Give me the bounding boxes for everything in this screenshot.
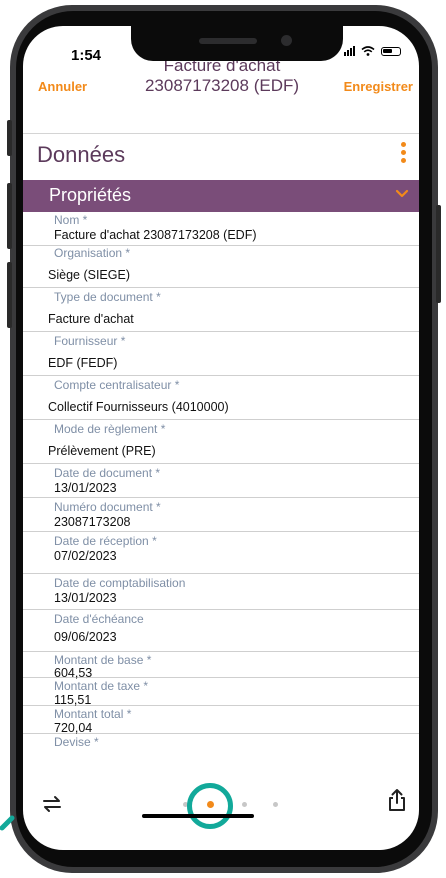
field-value: 07/02/2023 [54, 549, 117, 563]
field-value: 115,51 [54, 693, 92, 707]
share-icon[interactable] [387, 788, 407, 812]
side-button-power [436, 205, 441, 303]
field-numero-document[interactable]: Numéro document * 23087173208 [23, 498, 419, 532]
field-value: 13/01/2023 [54, 481, 117, 495]
field-label: Mode de règlement * [54, 422, 166, 436]
field-value: 720,04 [54, 721, 93, 735]
field-organisation[interactable]: Organisation * Siège (SIEGE) [23, 246, 419, 288]
home-indicator[interactable] [142, 814, 254, 818]
field-value: Facture d'achat [48, 312, 134, 326]
screen: 1:54 Annuler Facture d'achat 23087173208… [23, 26, 419, 850]
field-montant-total[interactable]: Montant total * 720,04 [23, 706, 419, 735]
field-value: 09/06/2023 [54, 630, 117, 644]
field-value: 13/01/2023 [54, 591, 117, 605]
banner-title: Propriétés [49, 185, 132, 205]
field-label: Numéro document * [54, 500, 161, 514]
field-date-comptabilisation[interactable]: Date de comptabilisation 13/01/2023 [23, 574, 419, 610]
field-value: 23087173208 [54, 515, 131, 529]
field-label: Devise * [54, 735, 99, 749]
field-label: Montant total * [54, 707, 132, 721]
field-montant-base[interactable]: Montant de base * 604,53 [23, 652, 419, 680]
field-label: Date d'échéance [54, 612, 144, 626]
field-date-document[interactable]: Date de document * 13/01/2023 [23, 464, 419, 498]
field-nom[interactable]: Nom * Facture d'achat 23087173208 (EDF) [23, 212, 419, 246]
field-label: Date de réception * [54, 534, 157, 548]
field-value: Siège (SIEGE) [48, 268, 130, 282]
bottom-toolbar [23, 771, 419, 831]
field-label: Fournisseur * [54, 334, 126, 348]
nav-divider [23, 133, 419, 134]
properties-banner[interactable]: Propriétés [23, 180, 419, 212]
save-button[interactable]: Enregistrer [344, 79, 413, 94]
field-label: Date de document * [54, 466, 161, 480]
field-label: Organisation * [54, 246, 131, 260]
field-devise[interactable]: Devise * [23, 734, 419, 754]
swap-icon[interactable] [41, 795, 63, 813]
field-label: Date de comptabilisation [54, 576, 186, 590]
field-label: Compte centralisateur * [54, 378, 180, 392]
field-type-document[interactable]: Type de document * Facture d'achat [23, 288, 419, 332]
cancel-button[interactable]: Annuler [38, 79, 87, 94]
nav-title: Facture d'achat 23087173208 (EDF) [127, 56, 317, 96]
side-button-volume-down [7, 262, 12, 328]
side-button-action [7, 120, 12, 156]
notch [131, 24, 343, 61]
field-label: Type de document * [54, 290, 161, 304]
field-value: Prélèvement (PRE) [48, 444, 156, 458]
section-header: Données [23, 137, 419, 173]
speaker-grille [199, 38, 257, 44]
field-fournisseur[interactable]: Fournisseur * EDF (FEDF) [23, 332, 419, 376]
field-compte-centralisateur[interactable]: Compte centralisateur * Collectif Fourni… [23, 376, 419, 420]
field-value: Collectif Fournisseurs (4010000) [48, 400, 229, 414]
kebab-icon[interactable] [401, 142, 407, 163]
field-label: Montant de taxe * [54, 679, 149, 693]
section-title: Données [37, 142, 126, 167]
chevron-down-icon [395, 189, 409, 198]
highlight-ring [187, 783, 233, 829]
page-dot-3[interactable] [242, 802, 247, 807]
field-value: EDF (FEDF) [48, 356, 118, 370]
fields-list: Nom * Facture d'achat 23087173208 (EDF) … [23, 212, 419, 754]
page-dot-4[interactable] [273, 802, 278, 807]
pointer-arrow-icon [0, 815, 15, 831]
nav-title-line2: 23087173208 (EDF) [144, 76, 300, 95]
field-label: Nom * [54, 213, 88, 227]
side-button-volume-up [7, 183, 12, 249]
field-date-reception[interactable]: Date de réception * 07/02/2023 [23, 532, 419, 574]
field-label: Montant de base * [54, 653, 152, 667]
field-montant-taxe[interactable]: Montant de taxe * 115,51 [23, 678, 419, 707]
field-value: Facture d'achat 23087173208 (EDF) [54, 228, 257, 242]
field-date-echeance[interactable]: Date d'échéance 09/06/2023 [23, 610, 419, 652]
field-mode-reglement[interactable]: Mode de règlement * Prélèvement (PRE) [23, 420, 419, 464]
camera-icon [281, 35, 292, 46]
